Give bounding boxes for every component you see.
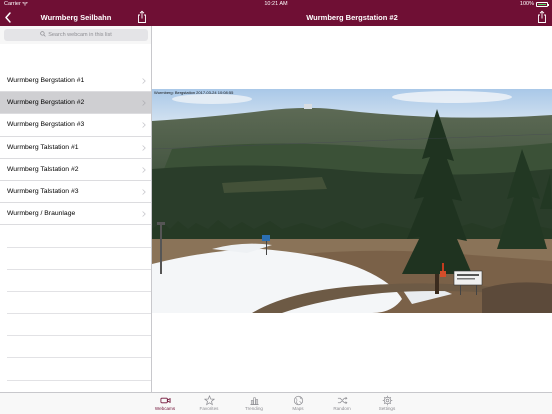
detail-nav-bar: Wurmberg Bergstation #2 <box>152 9 552 26</box>
tab-label: Settings <box>378 406 396 411</box>
empty-row <box>7 336 151 359</box>
list-item[interactable]: Wurmberg / Braunlage <box>0 203 151 226</box>
tab-label: Webcams <box>154 406 176 411</box>
empty-row <box>7 225 151 248</box>
tab-maps[interactable]: Maps <box>278 395 318 414</box>
chevron-right-icon <box>142 166 146 173</box>
gear-icon <box>382 395 392 406</box>
detail-title: Wurmberg Bergstation #2 <box>306 13 398 22</box>
empty-row <box>7 381 151 392</box>
tab-bar: Webcams Favorites Trending Maps Random S… <box>0 392 552 414</box>
list-item[interactable]: Wurmberg Bergstation #3 <box>0 114 151 137</box>
webcam-sidebar: Search webcam in this list Wurmberg Berg… <box>0 26 152 392</box>
webcam-image[interactable]: Wurmberg: Bergstation 2017-03-24 10:08:5… <box>152 89 552 313</box>
empty-row <box>7 248 151 270</box>
search-bar: Search webcam in this list <box>0 26 151 44</box>
battery-percent: 100% <box>519 1 534 7</box>
list-item-label: Wurmberg Bergstation #2 <box>7 99 85 107</box>
sidebar-nav-bar: Wurmberg Seilbahn <box>0 9 152 26</box>
list-item[interactable]: Wurmberg Talstation #2 <box>0 158 151 181</box>
list-item[interactable]: Wurmberg Talstation #3 <box>0 180 151 204</box>
chevron-right-icon <box>142 100 146 106</box>
tab-webcams[interactable]: Webcams <box>145 395 185 414</box>
list-item-label: Wurmberg Bergstation #3 <box>7 121 85 129</box>
shuffle-icon <box>337 396 347 405</box>
battery-icon <box>536 2 550 7</box>
empty-row <box>7 358 151 381</box>
share-icon[interactable] <box>537 10 547 24</box>
tab-favorites[interactable]: Favorites <box>189 395 229 414</box>
tab-random[interactable]: Random <box>322 395 362 414</box>
empty-row <box>7 314 151 337</box>
star-icon <box>203 395 215 406</box>
chevron-right-icon <box>142 144 146 151</box>
list-item-label: Wurmberg Talstation #2 <box>7 165 79 173</box>
webcam-scene <box>152 89 552 313</box>
chevron-right-icon <box>142 122 146 129</box>
video-camera-icon <box>160 397 170 404</box>
search-icon <box>40 31 46 37</box>
empty-row <box>7 292 151 315</box>
share-icon[interactable] <box>137 10 147 24</box>
search-placeholder: Search webcam in this list <box>48 32 112 38</box>
empty-row <box>7 270 151 292</box>
chevron-right-icon <box>142 211 146 217</box>
globe-icon <box>293 395 303 406</box>
chevron-right-icon <box>142 189 146 195</box>
tab-label: Favorites <box>199 406 219 411</box>
tab-label: Trending <box>245 406 263 411</box>
sidebar-title: Wurmberg Seilbahn <box>40 13 112 22</box>
status-bar: Carrier 10:21 AM 100% <box>0 0 552 9</box>
list-item-label: Wurmberg / Braunlage <box>7 210 76 218</box>
tab-settings[interactable]: Settings <box>367 395 407 414</box>
webcam-timestamp: Wurmberg: Bergstation 2017-03-24 10:08:5… <box>154 90 234 95</box>
webcam-list: Wurmberg Bergstation #1 Wurmberg Bergsta… <box>0 70 151 392</box>
list-item-label: Wurmberg Bergstation #1 <box>7 77 85 84</box>
bar-chart-icon <box>249 397 259 405</box>
list-item[interactable]: Wurmberg Bergstation #2 <box>0 92 151 115</box>
list-item-label: Wurmberg Talstation #3 <box>7 187 79 195</box>
tab-label: Random <box>333 406 351 411</box>
search-input[interactable]: Search webcam in this list <box>4 29 148 41</box>
webcam-detail: Wurmberg: Bergstation 2017-03-24 10:08:5… <box>152 26 552 392</box>
tab-label: Maps <box>292 406 304 411</box>
list-item-label: Wurmberg Talstation #1 <box>7 143 79 151</box>
status-time: 10:21 AM <box>264 1 288 7</box>
top-bar: Carrier 10:21 AM 100% Wurmberg Seilbahn … <box>0 0 552 26</box>
list-item[interactable]: Wurmberg Bergstation #1 <box>0 70 151 93</box>
tab-trending[interactable]: Trending <box>234 395 274 414</box>
chevron-right-icon <box>142 78 146 84</box>
list-item[interactable]: Wurmberg Talstation #1 <box>0 136 151 159</box>
